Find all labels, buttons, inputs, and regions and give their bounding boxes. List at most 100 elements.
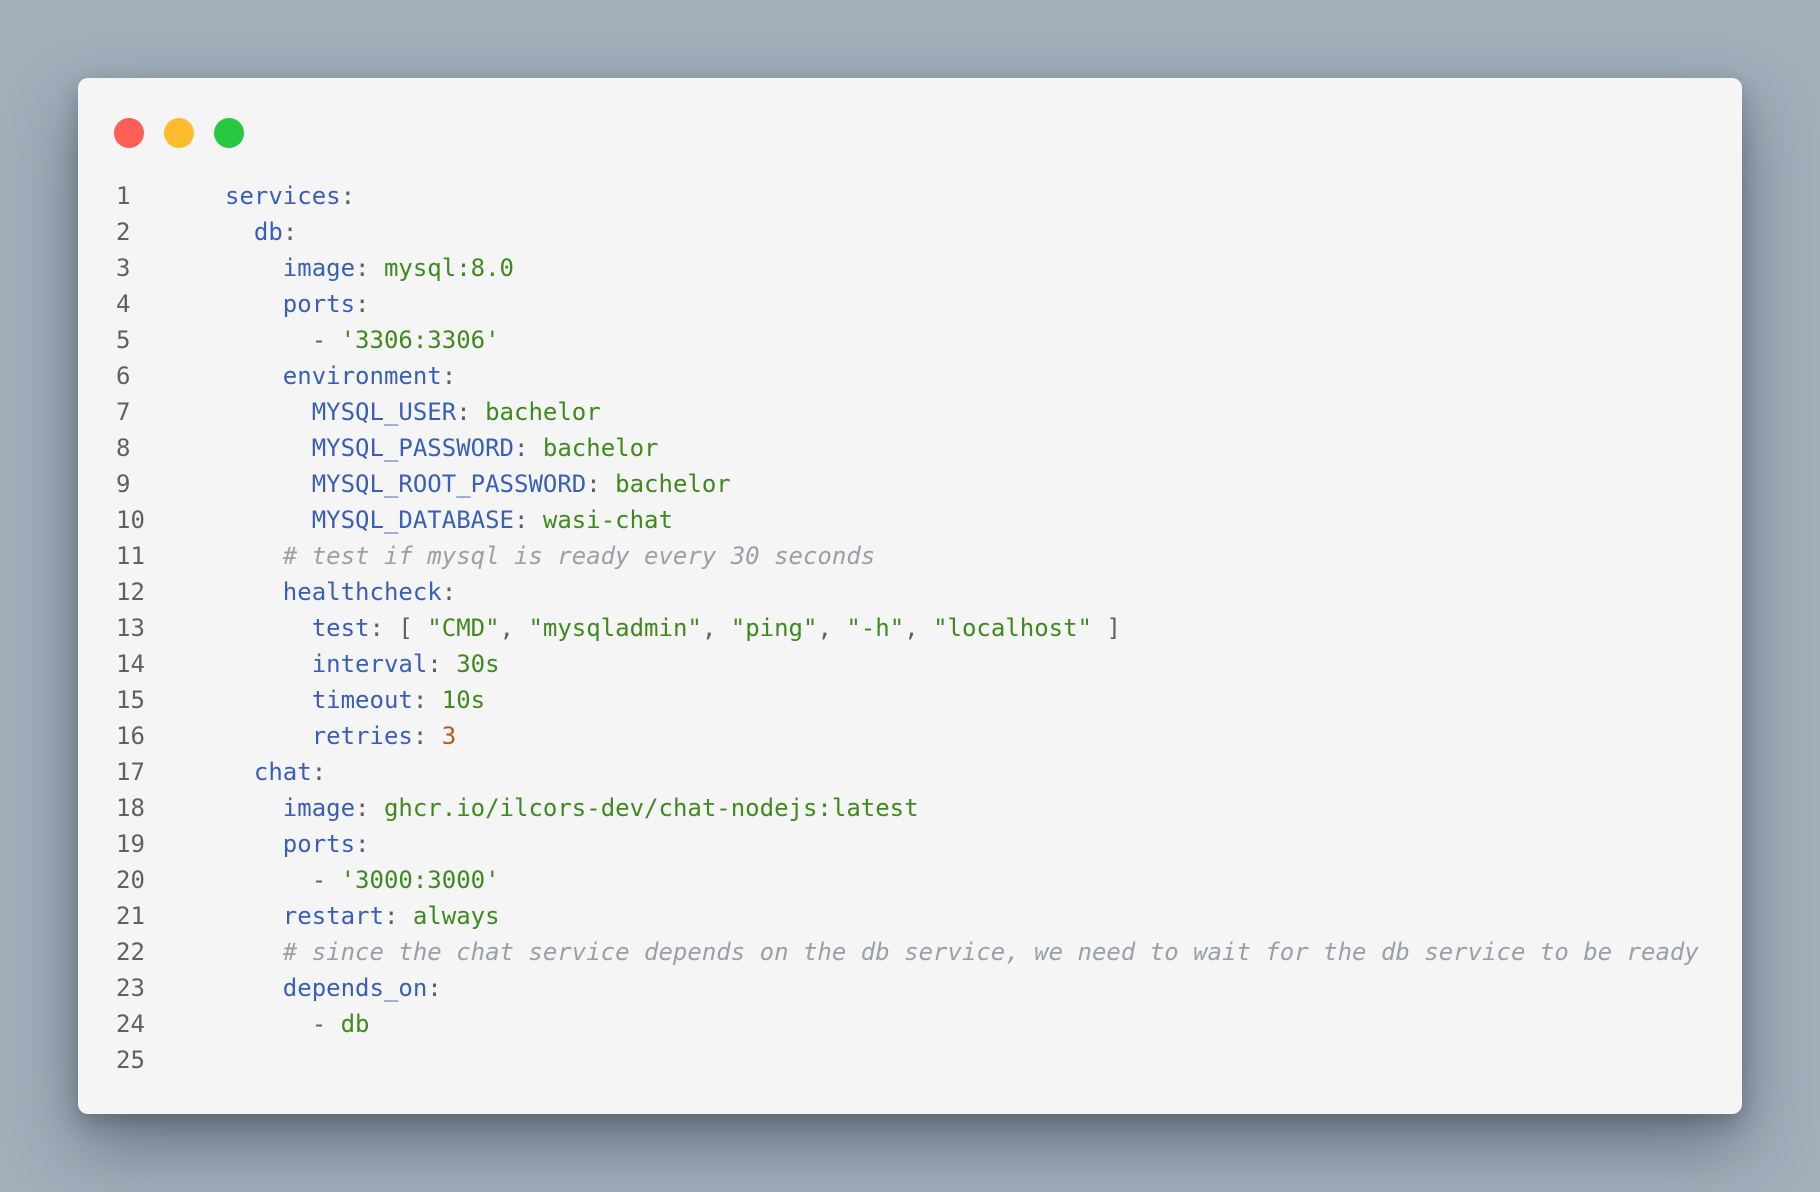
yaml-value: "CMD" (427, 614, 500, 642)
code-line: 1 services: (78, 178, 1742, 214)
punctuation (225, 506, 312, 534)
yaml-key: healthcheck (282, 578, 442, 606)
code-line: 2 db: (78, 214, 1742, 250)
yaml-value: bachelor (542, 434, 659, 462)
line-number: 23 (116, 974, 145, 1002)
punctuation: : (514, 434, 543, 462)
line-content: chat: (225, 754, 1742, 790)
code-block: 1 services: 2 db: 3 image: mysql:8.0 4 ports… (78, 178, 1742, 1078)
line-content: environment: (225, 358, 1742, 394)
punctuation (225, 758, 254, 786)
code-line: 14 interval: 30s (78, 646, 1742, 682)
line-content: ports: (225, 826, 1742, 862)
line-content: MYSQL_PASSWORD: bachelor (225, 430, 1742, 466)
punctuation: : (311, 758, 327, 786)
line-number: 14 (116, 650, 145, 678)
code-line: 6 environment: (78, 358, 1742, 394)
yaml-value: "mysqladmin" (528, 614, 702, 642)
code-line: 23 depends_on: (78, 970, 1742, 1006)
line-content: retries: 3 (225, 718, 1742, 754)
yaml-key: interval (311, 650, 428, 678)
punctuation (225, 938, 283, 966)
punctuation: , (817, 614, 847, 642)
yaml-value: bachelor (485, 398, 601, 426)
yaml-value: "localhost" (933, 614, 1093, 642)
line-content: restart: always (225, 898, 1742, 934)
line-content: - '3306:3306' (225, 322, 1742, 358)
line-content: - '3000:3000' (225, 862, 1742, 898)
yaml-value: "ping" (730, 614, 818, 642)
yaml-key: MYSQL_ROOT_PASSWORD (311, 470, 587, 498)
line-content: healthcheck: (225, 574, 1742, 610)
line-content: test: [ "CMD", "mysqladmin", "ping", "-h… (225, 610, 1742, 646)
punctuation: : (340, 182, 356, 210)
yaml-number: 3 (441, 722, 457, 750)
zoom-dot-icon[interactable] (214, 118, 244, 148)
punctuation (225, 470, 312, 498)
yaml-value: mysql:8.0 (383, 254, 514, 282)
punctuation (225, 614, 312, 642)
punctuation: : (383, 902, 413, 930)
code-line: 16 retries: 3 (78, 718, 1742, 754)
code-line: 22 # since the chat service depends on t… (78, 934, 1742, 970)
punctuation (225, 722, 312, 750)
punctuation: , (701, 614, 731, 642)
line-number: 1 (116, 182, 131, 210)
punctuation: : (355, 830, 370, 858)
code-line: 12 healthcheck: (78, 574, 1742, 610)
code-line: 3 image: mysql:8.0 (78, 250, 1742, 286)
code-line: 13 test: [ "CMD", "mysqladmin", "ping", … (78, 610, 1742, 646)
code-line: 24 - db (78, 1006, 1742, 1042)
line-content: depends_on: (225, 970, 1742, 1006)
line-number: 9 (116, 470, 131, 498)
yaml-value: ghcr.io/ilcors-dev/chat-nodejs:latest (383, 794, 919, 822)
punctuation (225, 686, 312, 714)
line-number: 15 (116, 686, 145, 714)
punctuation: , (499, 614, 529, 642)
line-number: 22 (116, 938, 145, 966)
punctuation: : (441, 362, 457, 390)
punctuation (225, 362, 283, 390)
yaml-key: depends_on (282, 974, 428, 1002)
code-line: 18 image: ghcr.io/ilcors-dev/chat-nodejs… (78, 790, 1742, 826)
line-number: 3 (116, 254, 131, 282)
yaml-key: retries (311, 722, 413, 750)
punctuation: : (441, 578, 457, 606)
yaml-value: 30s (456, 650, 500, 678)
close-dot-icon[interactable] (114, 118, 144, 148)
punctuation (225, 218, 254, 246)
line-number: 16 (116, 722, 145, 750)
line-content: # since the chat service depends on the … (225, 934, 1742, 970)
yaml-value: 10s (441, 686, 486, 714)
line-number: 7 (116, 398, 131, 426)
line-number: 21 (116, 902, 145, 930)
line-content (225, 1042, 1742, 1078)
yaml-key: environment (282, 362, 442, 390)
yaml-key: db (253, 218, 283, 246)
line-number: 13 (116, 614, 145, 642)
yaml-key: test (311, 614, 370, 642)
minimize-dot-icon[interactable] (164, 118, 194, 148)
code-line: 15 timeout: 10s (78, 682, 1742, 718)
code-window: 1 services: 2 db: 3 image: mysql:8.0 4 ports… (78, 78, 1742, 1114)
line-content: services: (225, 178, 1742, 214)
code-line: 5 - '3306:3306' (78, 322, 1742, 358)
yaml-value: bachelor (615, 470, 731, 498)
punctuation (225, 578, 283, 606)
punctuation: - (225, 1010, 341, 1038)
punctuation: : (355, 254, 384, 282)
line-number: 11 (116, 542, 145, 570)
line-number: 5 (116, 326, 131, 354)
line-number: 17 (116, 758, 145, 786)
yaml-key: MYSQL_DATABASE (311, 506, 514, 534)
line-number: 8 (116, 434, 131, 462)
yaml-key: MYSQL_USER (311, 398, 457, 426)
punctuation (225, 902, 283, 930)
code-line: 25 (78, 1042, 1742, 1078)
line-content: MYSQL_ROOT_PASSWORD: bachelor (225, 466, 1742, 502)
yaml-key: chat (253, 758, 312, 786)
punctuation: : (427, 974, 442, 1002)
punctuation (225, 974, 283, 1002)
yaml-value: '3306:3306' (340, 326, 500, 354)
yaml-key: timeout (311, 686, 413, 714)
